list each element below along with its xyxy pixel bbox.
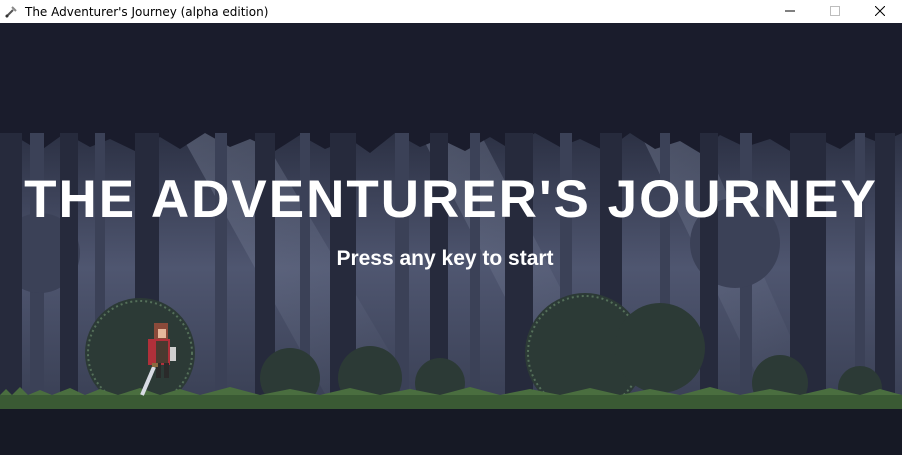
game-app-icon	[3, 4, 19, 20]
forest-background	[0, 23, 902, 455]
minimize-icon	[784, 3, 795, 21]
maximize-button[interactable]	[812, 0, 857, 23]
start-prompt: Press any key to start	[336, 247, 554, 270]
window-controls	[767, 0, 902, 23]
ground	[0, 409, 902, 455]
game-title: THE ADVENTURER'S JOURNEY	[24, 170, 878, 229]
game-window: The Adventurer's Journey (alpha edition)	[0, 0, 902, 455]
minimize-button[interactable]	[767, 0, 812, 23]
title-bar[interactable]: The Adventurer's Journey (alpha edition)	[0, 0, 902, 23]
game-canvas[interactable]: THE ADVENTURER'S JOURNEY Press any key t…	[0, 23, 902, 455]
close-button[interactable]	[857, 0, 902, 23]
grass	[0, 395, 902, 409]
window-title: The Adventurer's Journey (alpha edition)	[25, 4, 269, 19]
close-icon	[874, 3, 885, 21]
maximize-icon	[829, 3, 840, 21]
